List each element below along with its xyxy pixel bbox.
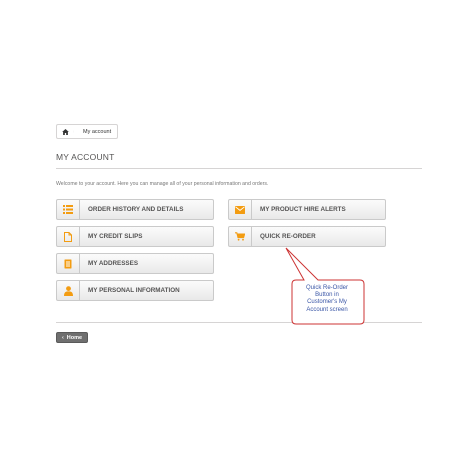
callout-line: Quick Re-Order (305, 285, 348, 291)
callout-line: Button in (315, 292, 339, 299)
callout-line: Account screen (306, 306, 348, 313)
callout-bubble (285, 247, 365, 325)
callout-line: Customer's My (307, 299, 347, 306)
callout-text: Quick Re-Order Button in Customer's My A… (293, 285, 361, 314)
